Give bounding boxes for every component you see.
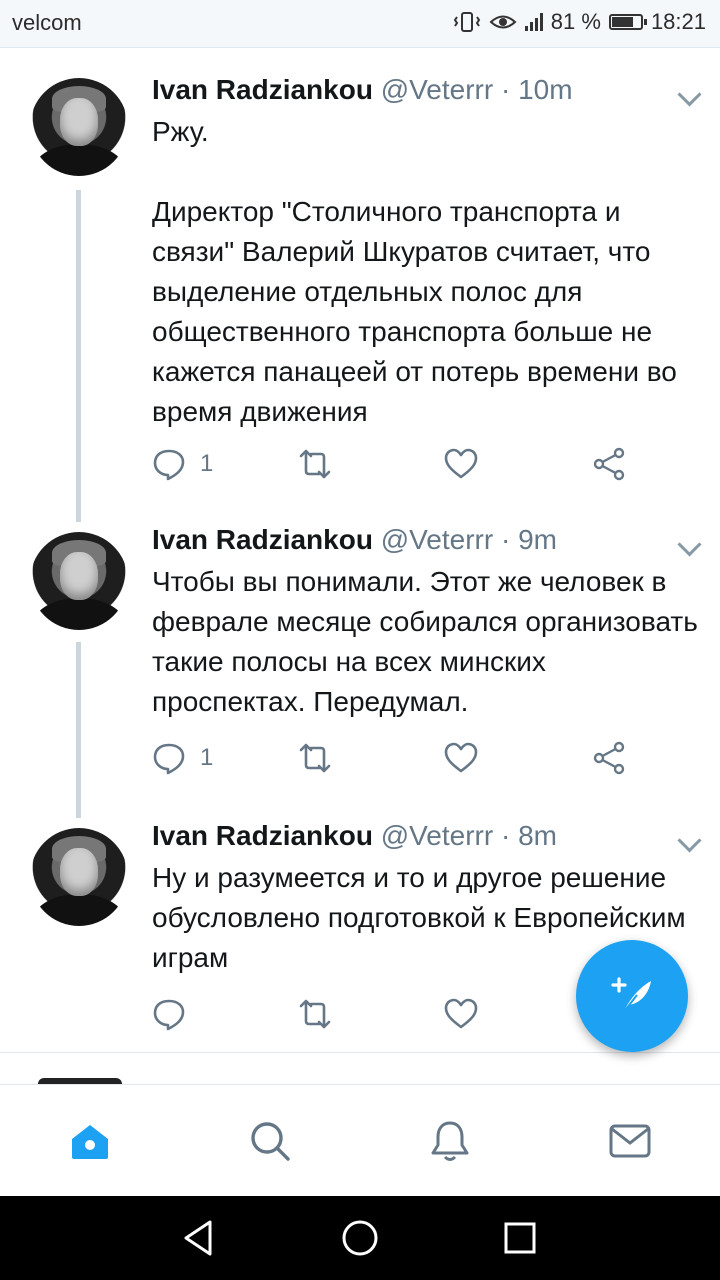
recents-icon[interactable] xyxy=(498,1216,542,1260)
tab-notifications[interactable] xyxy=(428,1119,472,1163)
tab-search[interactable] xyxy=(248,1119,292,1163)
carrier-name: velcom xyxy=(12,10,82,35)
tweet-text: Ржу. Директор "Столичного транспорта и с… xyxy=(152,116,677,427)
comment-icon xyxy=(153,743,185,775)
comment-icon xyxy=(153,449,185,481)
chevron-down-icon[interactable] xyxy=(677,82,702,107)
separator: · xyxy=(500,74,511,105)
tweet[interactable]: Ivan Radziankou @Veterrr · 9m Чтобы вы п… xyxy=(0,500,720,818)
like-button[interactable] xyxy=(444,444,478,484)
heart-icon xyxy=(444,742,478,773)
tweet-header: Ivan Radziankou @Veterrr · 10m xyxy=(152,74,573,106)
notifications-icon xyxy=(431,1121,469,1161)
avatar[interactable] xyxy=(30,828,128,926)
thread-line xyxy=(76,642,81,818)
reply-button[interactable]: 1 xyxy=(152,444,213,484)
heart-icon xyxy=(444,448,478,479)
tweet-actions xyxy=(152,994,632,1034)
vibrate-icon xyxy=(453,12,480,32)
author-name[interactable]: Ivan Radziankou xyxy=(152,524,373,555)
comment-icon xyxy=(153,999,185,1031)
author-name[interactable]: Ivan Radziankou xyxy=(152,74,373,105)
like-button[interactable] xyxy=(444,994,478,1034)
retweet-button[interactable] xyxy=(298,994,332,1034)
tweet-actions: 1 xyxy=(152,738,632,778)
bottom-tab-bar xyxy=(0,1084,720,1196)
separator: · xyxy=(500,820,511,851)
battery-percent: 81 % xyxy=(550,9,601,34)
like-button[interactable] xyxy=(444,738,478,778)
messages-icon xyxy=(609,1124,651,1158)
tweet-time: 10m xyxy=(518,74,573,105)
retweet-icon xyxy=(299,999,331,1029)
back-icon[interactable] xyxy=(178,1216,222,1260)
share-button[interactable] xyxy=(592,444,626,484)
tweet-header: Ivan Radziankou @Veterrr · 8m xyxy=(152,820,557,852)
tweet-time: 8m xyxy=(518,820,557,851)
tweet-header: Ivan Radziankou @Veterrr · 9m xyxy=(152,524,557,556)
reply-button[interactable]: 1 xyxy=(152,738,213,778)
system-nav-bar xyxy=(0,1196,720,1280)
tab-home[interactable] xyxy=(68,1119,112,1163)
tweet[interactable]: Ivan Radziankou @Veterrr · 10m Ржу. Дире… xyxy=(0,48,720,522)
share-icon xyxy=(593,447,625,481)
share-button[interactable] xyxy=(592,738,626,778)
author-handle[interactable]: @Veterrr xyxy=(381,74,493,105)
search-icon xyxy=(251,1122,290,1161)
reply-button[interactable] xyxy=(152,994,200,1034)
clock: 18:21 xyxy=(650,9,706,34)
status-icons: 81 % 18:21 xyxy=(453,9,706,35)
retweet-icon xyxy=(299,743,331,773)
tweet-text: Чтобы вы понимали. Этот же человек в фев… xyxy=(152,566,706,717)
signal-icon xyxy=(524,13,543,31)
chevron-down-icon[interactable] xyxy=(677,828,702,853)
author-handle[interactable]: @Veterrr xyxy=(381,524,493,555)
author-name[interactable]: Ivan Radziankou xyxy=(152,820,373,851)
avatar[interactable] xyxy=(30,78,128,176)
retweet-button[interactable] xyxy=(298,444,332,484)
home-circle-icon[interactable] xyxy=(338,1216,382,1260)
reply-count: 1 xyxy=(200,744,214,771)
tweet-actions: 1 xyxy=(152,444,632,484)
tweet-time: 9m xyxy=(518,524,557,555)
eye-icon xyxy=(489,15,517,29)
thread-line xyxy=(76,190,81,522)
status-bar: velcom 81 % 18:21 xyxy=(0,0,720,48)
heart-icon xyxy=(444,998,478,1029)
avatar[interactable] xyxy=(30,532,128,630)
separator: · xyxy=(500,524,511,555)
compose-tweet-icon xyxy=(611,977,651,1014)
reply-count: 1 xyxy=(200,450,214,477)
share-icon xyxy=(593,741,625,775)
battery-icon xyxy=(608,14,647,30)
retweet-icon xyxy=(299,449,331,479)
home-icon xyxy=(72,1125,108,1159)
retweet-button[interactable] xyxy=(298,738,332,778)
chevron-down-icon[interactable] xyxy=(677,532,702,557)
author-handle[interactable]: @Veterrr xyxy=(381,820,493,851)
tweet-divider xyxy=(0,1052,720,1053)
tab-messages[interactable] xyxy=(608,1119,652,1163)
compose-tweet-button[interactable] xyxy=(576,940,688,1052)
